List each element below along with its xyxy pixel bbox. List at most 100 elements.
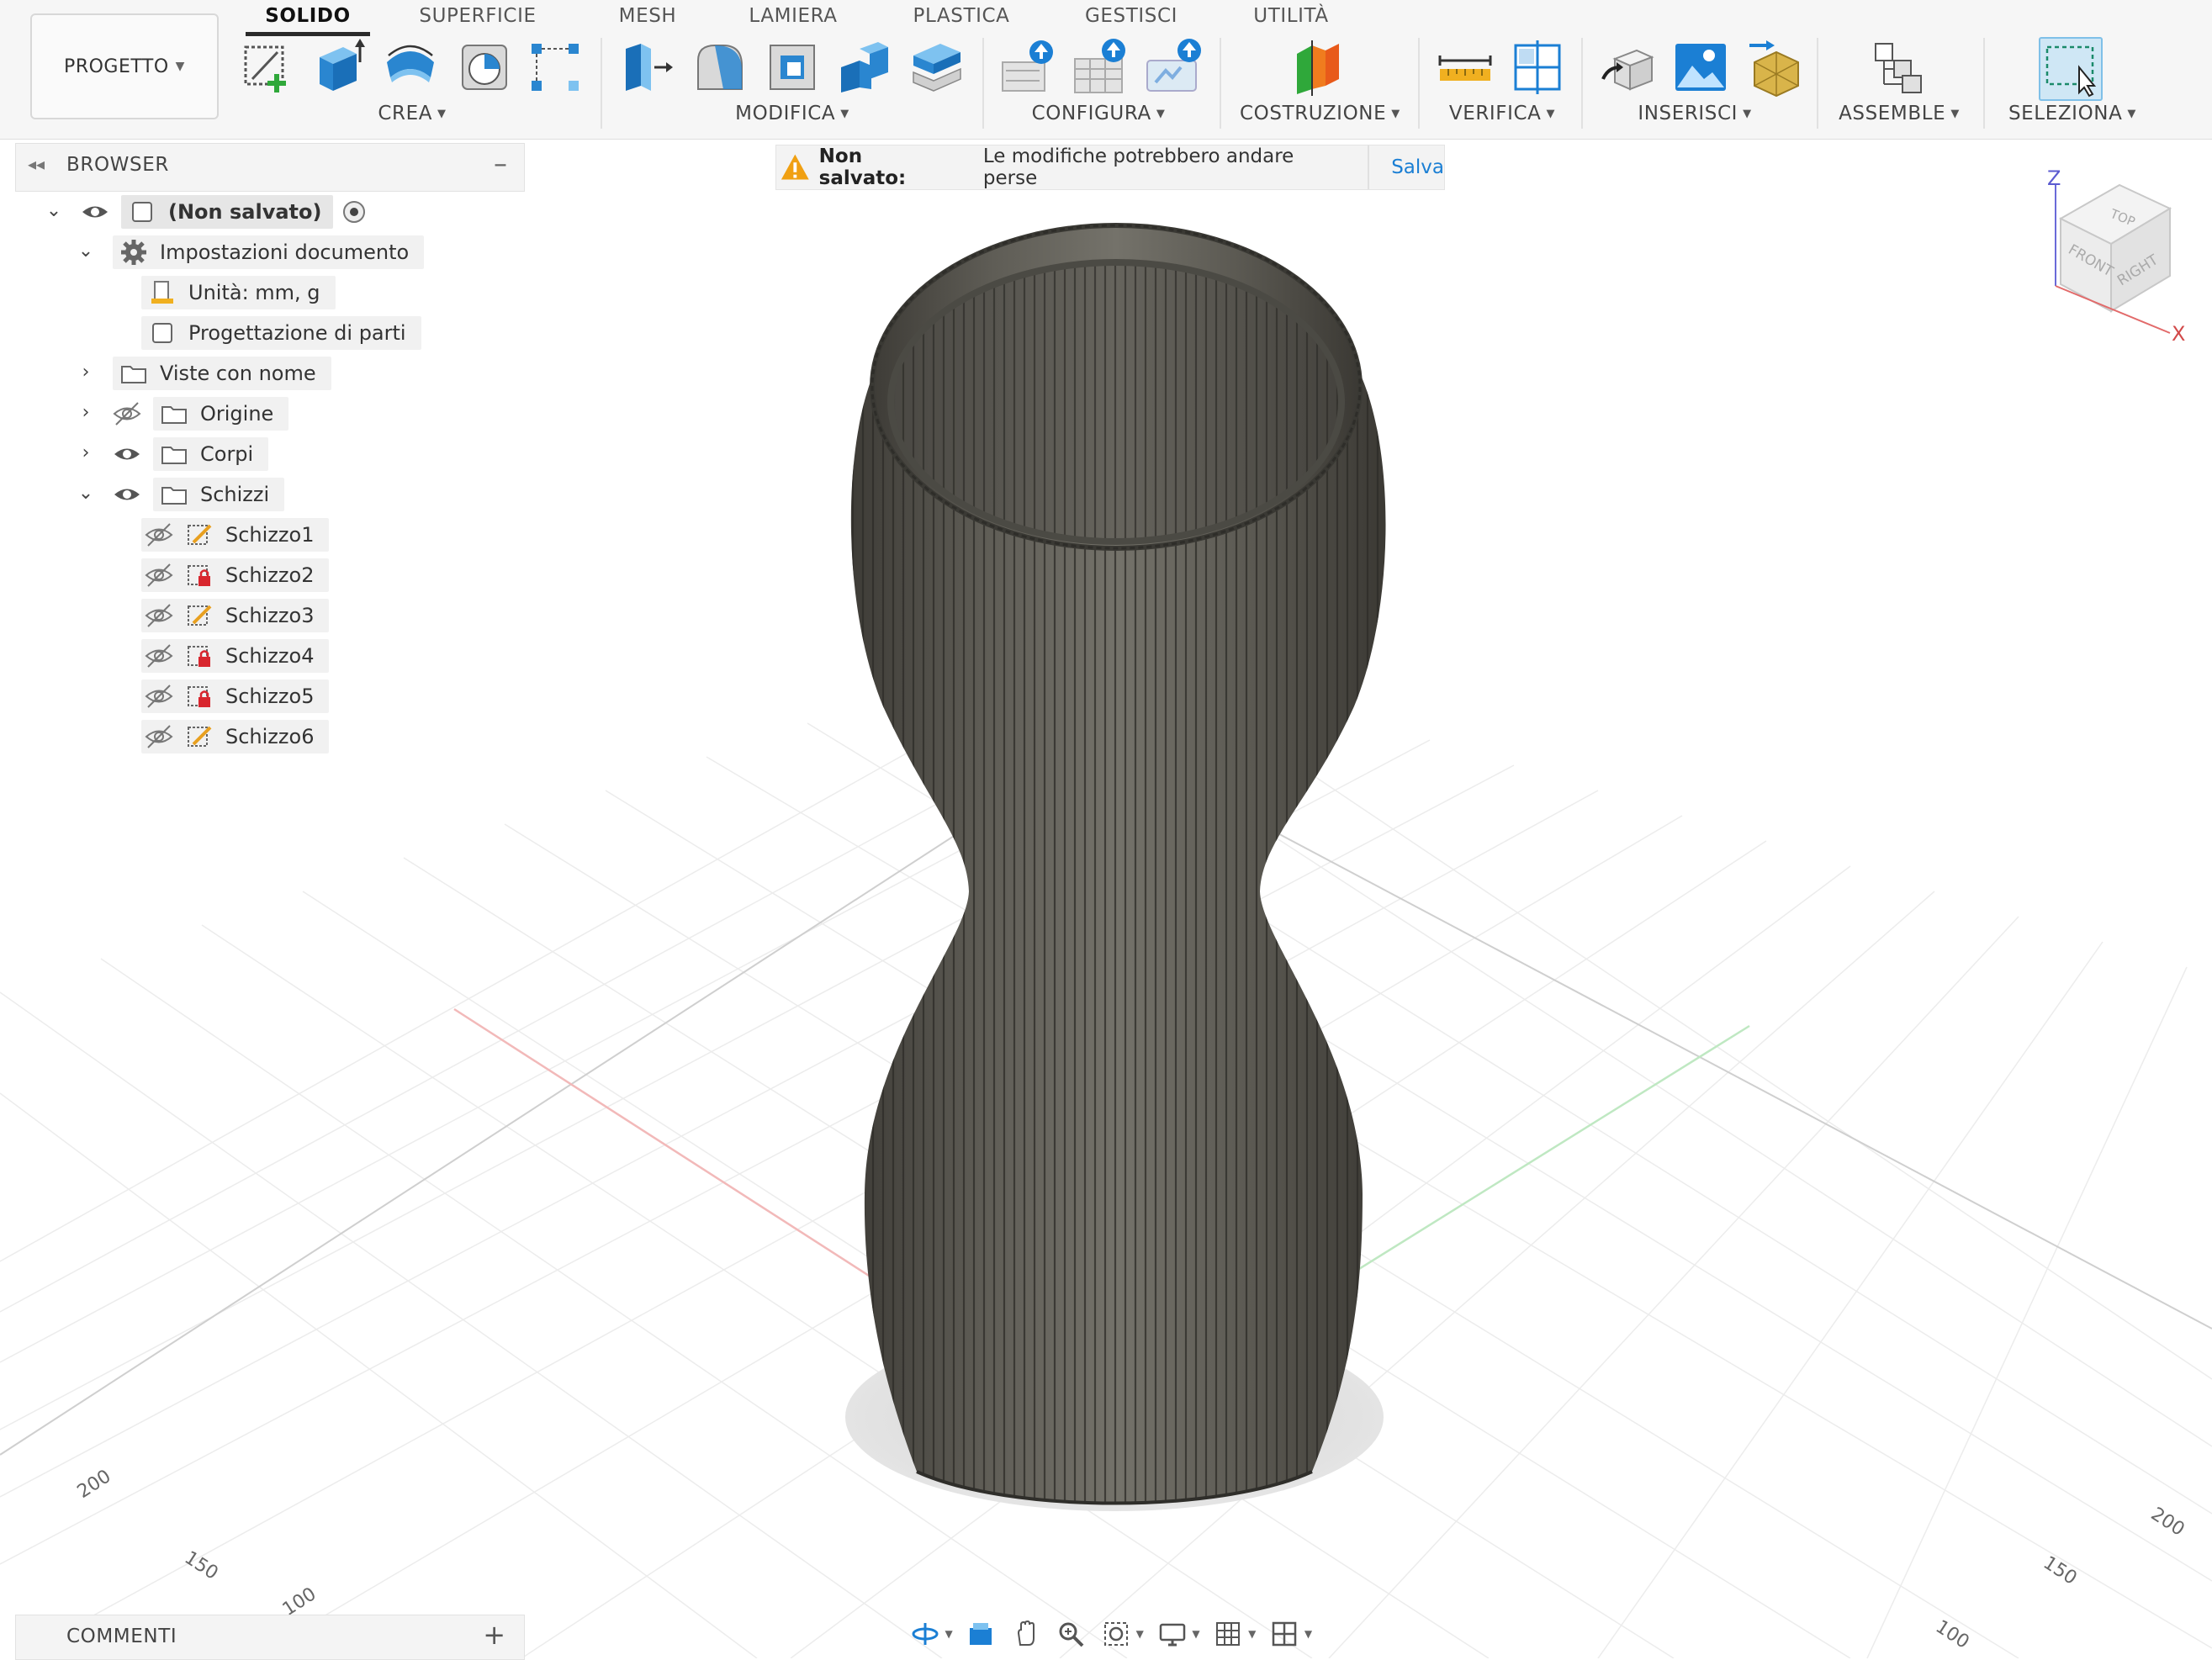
tree-root[interactable]: (Non salvato) — [81, 193, 380, 230]
insert-mesh-icon[interactable] — [1743, 37, 1803, 98]
configuration-table-icon[interactable] — [1070, 37, 1130, 98]
zoom-icon[interactable] — [1055, 1617, 1087, 1651]
insert-derive-icon[interactable] — [1598, 37, 1659, 98]
chevron-down-icon[interactable]: ▼ — [1304, 1628, 1312, 1640]
grid-label-right-3: 100 — [1932, 1616, 1973, 1653]
split-body-icon[interactable] — [907, 37, 967, 98]
display-settings-icon[interactable] — [1156, 1617, 1188, 1651]
pan-hand-icon[interactable] — [1009, 1617, 1042, 1651]
sketch-item[interactable]: Schizzo1 — [141, 516, 330, 553]
pattern-icon[interactable] — [525, 37, 585, 98]
tab-lamiera[interactable]: LAMIERA — [740, 2, 846, 32]
chevron-down-icon[interactable]: ⌄ — [76, 241, 96, 262]
extrude-icon[interactable] — [310, 37, 370, 98]
group-assemble[interactable]: ASSEMBLE ▼ — [1834, 103, 1965, 124]
toolbar-divider — [601, 38, 602, 129]
collapse-panel-icon[interactable]: ◂◂ — [28, 154, 45, 174]
chevron-down-icon[interactable]: ⌄ — [44, 200, 64, 221]
y-axis-line — [1303, 1024, 1750, 1305]
group-inserisci[interactable]: INSERISCI ▼ — [1632, 103, 1758, 124]
sketch-locked-icon — [185, 682, 214, 711]
chevron-down-icon[interactable]: ▼ — [1192, 1628, 1199, 1640]
revolve-icon[interactable] — [380, 37, 441, 98]
tree-design-type[interactable]: Progettazione di parti — [141, 315, 421, 352]
eye-icon[interactable] — [113, 480, 141, 509]
sketch-item[interactable]: Schizzo3 — [141, 597, 330, 634]
eye-hidden-icon[interactable] — [145, 601, 173, 630]
eye-hidden-icon[interactable] — [113, 399, 141, 428]
tree-doc-settings[interactable]: Impostazioni documento — [113, 234, 425, 271]
fillet-icon[interactable] — [690, 37, 750, 98]
tree-named-views[interactable]: Viste con nome — [113, 355, 331, 392]
tree-origin[interactable]: Origine — [113, 395, 289, 432]
add-comment-icon[interactable]: + — [483, 1619, 505, 1651]
group-modifica[interactable]: MODIFICA ▼ — [732, 103, 853, 124]
chevron-right-icon[interactable]: › — [76, 362, 96, 383]
eye-hidden-icon[interactable] — [145, 561, 173, 589]
minimize-icon[interactable]: – — [494, 147, 507, 179]
combine-icon[interactable] — [834, 37, 895, 98]
save-link[interactable]: Salva — [1391, 156, 1444, 178]
tab-plastica[interactable]: PLASTICA — [908, 2, 1014, 32]
press-pull-icon[interactable] — [616, 37, 676, 98]
orbit-icon[interactable] — [908, 1617, 941, 1651]
axis-z-label: Z — [2047, 168, 2061, 190]
parameters-icon[interactable] — [998, 37, 1058, 98]
activate-radio-icon[interactable] — [340, 198, 368, 226]
eye-icon[interactable] — [81, 198, 109, 226]
group-verifica[interactable]: VERIFICA ▼ — [1443, 103, 1561, 124]
sketch-item[interactable]: Schizzo4 — [141, 637, 330, 674]
sketch-item[interactable]: Schizzo2 — [141, 557, 330, 594]
sketch-item[interactable]: Schizzo5 — [141, 678, 330, 715]
browser-panel-header[interactable]: ◂◂ BROWSER – — [15, 143, 525, 192]
look-at-icon[interactable] — [965, 1617, 998, 1651]
tree-bodies[interactable]: Corpi — [113, 436, 269, 473]
unsaved-warning-bar: Non salvato: Le modifiche potrebbero and… — [775, 145, 1445, 190]
chevron-down-icon: ▼ — [2127, 108, 2137, 120]
tab-utilita[interactable]: UTILITÀ — [1245, 2, 1337, 32]
hole-icon[interactable] — [454, 37, 515, 98]
eye-hidden-icon[interactable] — [145, 521, 173, 549]
eye-hidden-icon[interactable] — [145, 682, 173, 711]
chevron-down-icon[interactable]: ▼ — [1136, 1628, 1144, 1640]
grid-settings-icon[interactable] — [1212, 1617, 1245, 1651]
chevron-down-icon[interactable]: ▼ — [1248, 1628, 1256, 1640]
sketch-label: Schizzo4 — [225, 644, 315, 668]
tree-sketches[interactable]: Schizzi — [113, 476, 285, 513]
warning-message: Le modifiche potrebbero andare perse — [982, 145, 1294, 189]
group-crea[interactable]: CREA ▼ — [370, 103, 454, 124]
group-costruzione[interactable]: COSTRUZIONE ▼ — [1240, 103, 1400, 124]
comments-panel[interactable]: COMMENTI + — [15, 1615, 525, 1660]
group-inserisci-label: INSERISCI — [1638, 103, 1738, 124]
eye-hidden-icon[interactable] — [145, 642, 173, 670]
shell-icon[interactable] — [762, 37, 823, 98]
chevron-down-icon[interactable]: ▼ — [945, 1628, 952, 1640]
insert-canvas-icon[interactable] — [1670, 37, 1731, 98]
select-icon[interactable] — [2039, 37, 2103, 101]
measure-icon[interactable] — [1435, 37, 1495, 98]
eye-hidden-icon[interactable] — [145, 722, 173, 751]
chevron-right-icon[interactable]: › — [76, 442, 96, 463]
group-seleziona[interactable]: SELEZIONA ▼ — [2005, 103, 2140, 124]
chevron-down-icon[interactable]: ⌄ — [76, 483, 96, 504]
tab-solido[interactable]: SOLIDO — [246, 2, 370, 36]
section-analysis-icon[interactable] — [1507, 37, 1568, 98]
sketch-item[interactable]: Schizzo6 — [141, 718, 330, 755]
browser-title: BROWSER — [66, 154, 169, 176]
tab-superficie[interactable]: SUPERFICIE — [410, 2, 545, 32]
eye-icon[interactable] — [113, 440, 141, 468]
tab-gestisci[interactable]: GESTISCI — [1078, 2, 1184, 32]
tree-units[interactable]: Unità: mm, g — [141, 274, 336, 311]
group-configura[interactable]: CONFIGURA ▼ — [1031, 103, 1166, 124]
create-sketch-icon[interactable] — [239, 37, 299, 98]
fit-view-icon[interactable] — [1099, 1617, 1132, 1651]
toolbar-divider — [1817, 38, 1818, 129]
new-component-icon[interactable] — [1869, 37, 1929, 98]
configure-rule-icon[interactable] — [1144, 37, 1204, 98]
project-menu-button[interactable]: PROGETTO ▼ — [30, 13, 219, 119]
view-cube[interactable]: TOP FRONT RIGHT Z X — [2027, 167, 2195, 346]
tab-mesh[interactable]: MESH — [607, 2, 688, 32]
viewports-icon[interactable] — [1267, 1617, 1300, 1651]
chevron-right-icon[interactable]: › — [76, 402, 96, 423]
construction-plane-icon[interactable] — [1289, 37, 1349, 98]
